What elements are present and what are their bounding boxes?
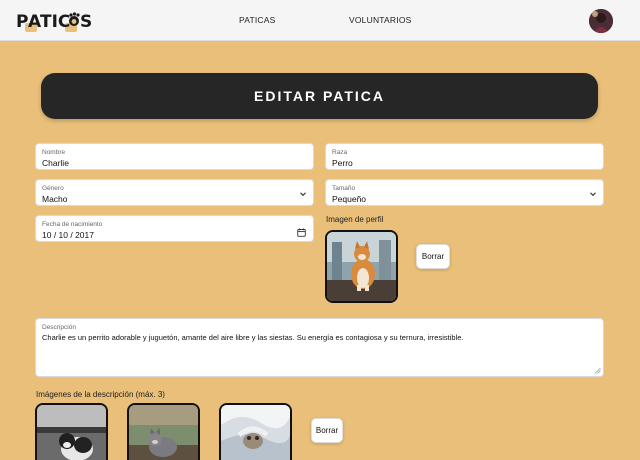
imagen-perfil-label: Imagen de perfil (326, 215, 384, 224)
borrar-imagenes-button[interactable]: Borrar (311, 418, 343, 443)
profile-image[interactable] (325, 230, 398, 303)
svg-text:S: S (80, 12, 92, 32)
fecha-nacimiento-field[interactable]: Fecha de nacimiento 10 / 10 / 2017 (35, 215, 314, 242)
raza-field[interactable]: Raza Perro (325, 143, 604, 170)
nav-link-voluntarios[interactable]: VOLUNTARIOS (349, 15, 412, 25)
genero-value: Macho (42, 194, 68, 204)
nombre-value: Charlie (42, 158, 69, 168)
borrar-perfil-button[interactable]: Borrar (416, 244, 450, 269)
descripcion-value: Charlie es un perrito adorable y juguetó… (42, 333, 464, 342)
chevron-down-icon (300, 192, 306, 197)
page-title: EDITAR PATICA (254, 88, 385, 104)
descripcion-image-3[interactable] (219, 403, 292, 460)
tamano-label: Tamaño (332, 185, 356, 192)
calendar-icon[interactable] (297, 228, 306, 237)
imagenes-descripcion-label: Imágenes de la descripción (máx. 3) (36, 390, 165, 399)
page-title-bar: EDITAR PATICA (41, 73, 598, 119)
tamano-value: Pequeño (332, 194, 367, 204)
user-avatar[interactable] (589, 9, 613, 33)
chevron-down-icon (590, 192, 596, 197)
descripcion-image-2[interactable] (127, 403, 200, 460)
descripcion-image-1[interactable] (35, 403, 108, 460)
nav-link-paticas[interactable]: PATICAS (239, 15, 276, 25)
resize-grip-icon[interactable] (594, 367, 601, 374)
genero-label: Género (42, 185, 64, 192)
fecha-label: Fecha de nacimiento (42, 221, 103, 228)
svg-text:TIC: TIC (40, 12, 70, 32)
tamano-select[interactable]: Tamaño Pequeño (325, 179, 604, 206)
raza-label: Raza (332, 149, 348, 156)
logo-graphic: P A TIC S (16, 12, 92, 32)
descripcion-textarea[interactable]: Descripción Charlie es un perrito adorab… (35, 318, 604, 377)
genero-select[interactable]: Género Macho (35, 179, 314, 206)
logo-text: P (16, 12, 28, 32)
nombre-label: Nombre (42, 149, 66, 156)
descripcion-label: Descripción (42, 324, 76, 331)
paticas-logo[interactable]: P A TIC S (16, 9, 94, 33)
fecha-value: 10 / 10 / 2017 (42, 230, 94, 240)
raza-value: Perro (332, 158, 353, 168)
nombre-field[interactable]: Nombre Charlie (35, 143, 314, 170)
navbar: P A TIC S PATICAS VOLUNTARIOS (0, 0, 640, 41)
